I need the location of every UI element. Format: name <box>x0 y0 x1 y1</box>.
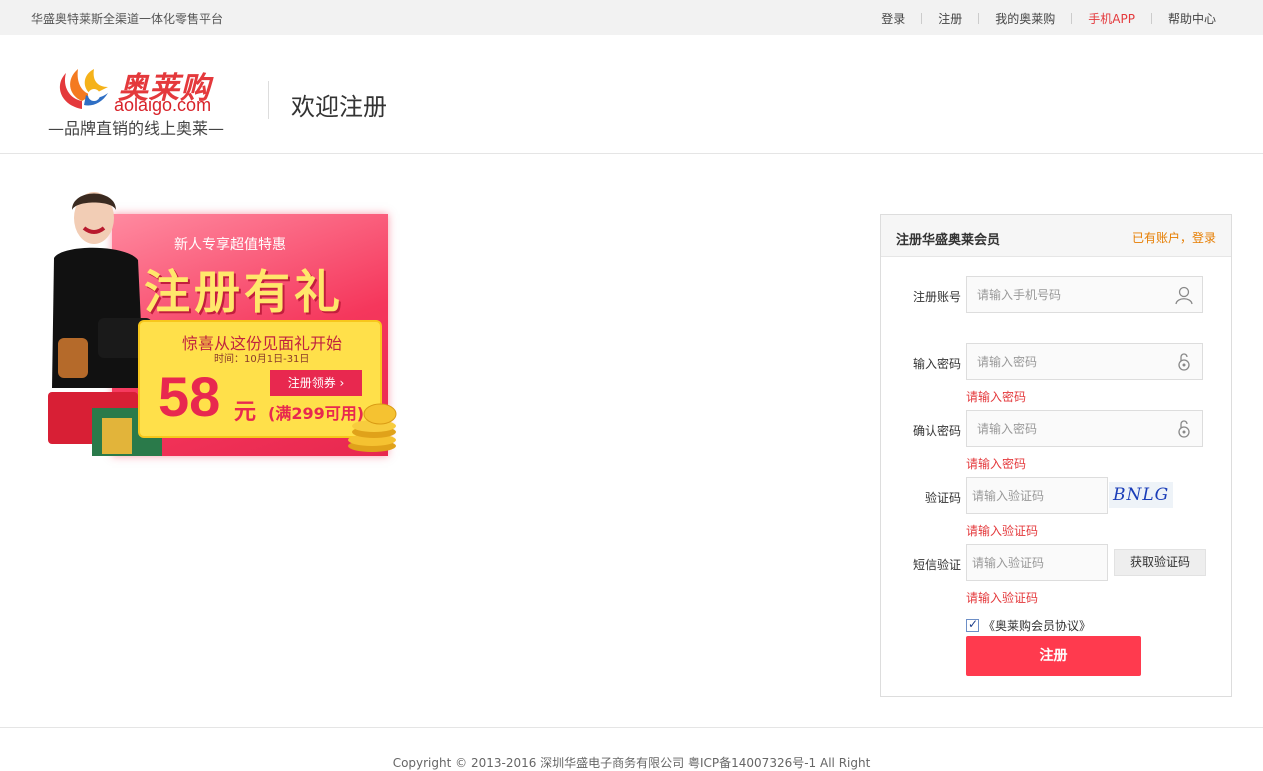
sms-label: 短信验证 <box>912 558 961 572</box>
logo-tagline: —品牌直销的线上奥莱— <box>48 119 225 138</box>
account-input[interactable] <box>967 277 1157 312</box>
agreement-link[interactable]: 《奥莱购会员协议》 <box>983 617 1091 634</box>
logo-text-en: aolaigo.com <box>114 95 212 115</box>
account-label: 注册账号 <box>912 290 961 304</box>
site-logo[interactable]: 奥莱购 aolaigo.com —品牌直销的线上奥莱— <box>48 63 248 138</box>
footer-divider <box>0 727 1263 728</box>
page-header: 奥莱购 aolaigo.com —品牌直销的线上奥莱— 欢迎注册 <box>0 35 1263 154</box>
account-field <box>966 276 1203 313</box>
password-input[interactable] <box>967 344 1157 379</box>
top-nav: 登录 注册 我的奥莱购 手机APP 帮助中心 <box>881 10 1216 27</box>
register-panel: 注册华盛奥莱会员 已有账户，登录 注册账号 输入密码 请输入密码 确认密码 请输… <box>880 214 1232 697</box>
sms-code-input[interactable] <box>967 545 1105 580</box>
agreement-row: 《奥莱购会员协议》 <box>966 617 1091 634</box>
top-nav-register[interactable]: 注册 <box>938 10 962 27</box>
site-slogan: 华盛奥特莱斯全渠道一体化零售平台 <box>31 12 224 26</box>
password-label: 输入密码 <box>912 357 961 371</box>
password-error: 请输入密码 <box>966 390 1027 404</box>
nav-divider <box>1071 13 1073 24</box>
copyright-text: Copyright © 2013-2016 深圳华盛电子商务有限公司 粤ICP备… <box>392 756 871 770</box>
captcha-field <box>966 477 1108 514</box>
confirm-password-label: 确认密码 <box>912 424 961 438</box>
agreement-checkbox[interactable] <box>966 617 979 632</box>
top-nav-mobile-app[interactable]: 手机APP <box>1088 10 1135 27</box>
top-nav-help[interactable]: 帮助中心 <box>1168 10 1216 27</box>
coupon-amount: 58 <box>158 365 221 428</box>
existing-account-login-link[interactable]: 已有账户，登录 <box>1132 229 1216 246</box>
register-panel-header: 注册华盛奥莱会员 已有账户，登录 <box>881 215 1231 257</box>
claim-coupon-button[interactable]: 注册领券 › <box>270 370 362 396</box>
password-field <box>966 343 1203 380</box>
lock-icon <box>1178 353 1190 371</box>
promo-banner[interactable]: 新人专享超值特惠 注册有礼 惊喜从这份见面礼开始 时间：10月1日-31日 58… <box>32 188 400 458</box>
logo-mark-icon <box>59 69 108 109</box>
confirm-password-field <box>966 410 1203 447</box>
nav-divider <box>1150 13 1152 24</box>
top-nav-my-account[interactable]: 我的奥莱购 <box>995 10 1055 27</box>
register-panel-title: 注册华盛奥莱会员 <box>896 233 1001 248</box>
sms-error: 请输入验证码 <box>966 591 1039 605</box>
nav-divider <box>921 13 923 24</box>
coupon-time: 时间：10月1日-31日 <box>214 354 310 365</box>
lock-icon <box>1178 420 1190 438</box>
register-submit-button[interactable]: 注册 <box>966 636 1141 676</box>
top-nav-login[interactable]: 登录 <box>881 10 905 27</box>
captcha-input[interactable] <box>967 478 1105 513</box>
get-sms-code-button[interactable]: 获取验证码 <box>1114 549 1206 576</box>
page-title: 欢迎注册 <box>291 93 387 121</box>
coins-icon <box>348 403 397 452</box>
nav-divider <box>978 13 980 24</box>
banner-subtitle: 新人专享超值特惠 <box>174 237 286 253</box>
header-divider <box>268 81 269 119</box>
captcha-label: 验证码 <box>924 491 961 505</box>
captcha-text: BNLG <box>1113 485 1170 505</box>
user-icon <box>1175 286 1193 305</box>
captcha-image[interactable]: BNLG <box>1109 482 1173 508</box>
confirm-password-input[interactable] <box>967 411 1157 446</box>
confirm-password-error: 请输入密码 <box>966 457 1027 471</box>
coupon-currency: 元 <box>234 400 257 425</box>
sms-field <box>966 544 1108 581</box>
captcha-error: 请输入验证码 <box>966 524 1039 538</box>
top-bar: 华盛奥特莱斯全渠道一体化零售平台 登录 注册 我的奥莱购 手机APP 帮助中心 <box>0 0 1263 35</box>
banner-headline: 注册有礼 <box>144 265 344 319</box>
